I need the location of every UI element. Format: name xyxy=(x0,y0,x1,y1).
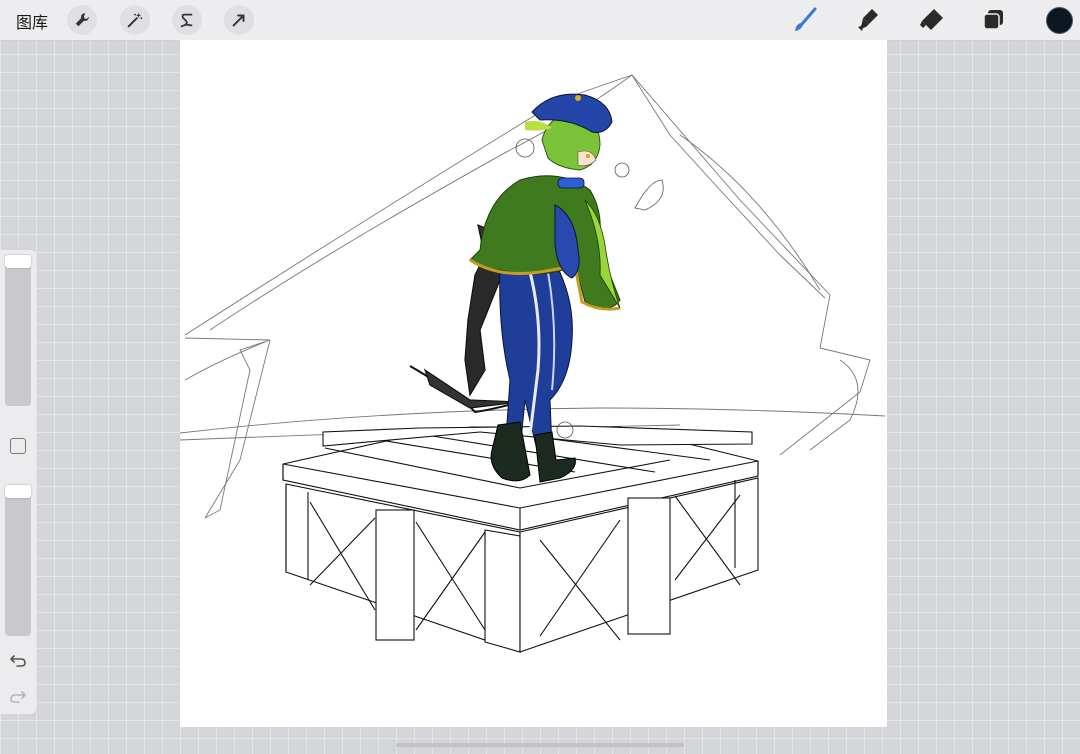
arrow-cursor-icon xyxy=(232,14,245,27)
smudge-icon xyxy=(858,9,878,31)
gallery-button[interactable]: 图库 xyxy=(16,9,48,33)
color-picker-button[interactable] xyxy=(1046,7,1073,34)
opacity-slider[interactable] xyxy=(5,486,31,636)
actions-button[interactable] xyxy=(67,5,97,35)
wrench-icon xyxy=(75,13,89,27)
square-modifier-icon[interactable] xyxy=(10,438,26,454)
home-indicator xyxy=(396,743,684,747)
brush-size-handle[interactable] xyxy=(5,255,31,268)
layers-button[interactable] xyxy=(980,6,1008,34)
brush-icon xyxy=(795,7,817,31)
left-sidebar xyxy=(0,250,36,714)
layers-icon xyxy=(983,10,1003,30)
eraser-icon xyxy=(920,9,943,30)
eraser-tool-button[interactable] xyxy=(917,6,945,34)
magic-wand-icon xyxy=(127,12,143,28)
opacity-handle[interactable] xyxy=(5,485,31,498)
undo-icon[interactable] xyxy=(9,652,27,668)
transform-button[interactable] xyxy=(224,5,254,35)
drawing-canvas[interactable] xyxy=(179,40,887,727)
smudge-tool-button[interactable] xyxy=(854,6,882,34)
brush-tool-button[interactable] xyxy=(791,6,819,34)
selection-button[interactable] xyxy=(172,5,202,35)
artwork-illustration xyxy=(179,74,886,653)
adjustments-button[interactable] xyxy=(120,5,150,35)
selection-s-icon xyxy=(180,13,193,28)
redo-icon[interactable] xyxy=(9,688,27,704)
brush-size-slider[interactable] xyxy=(5,256,31,406)
top-toolbar: 图库 xyxy=(0,0,1080,41)
